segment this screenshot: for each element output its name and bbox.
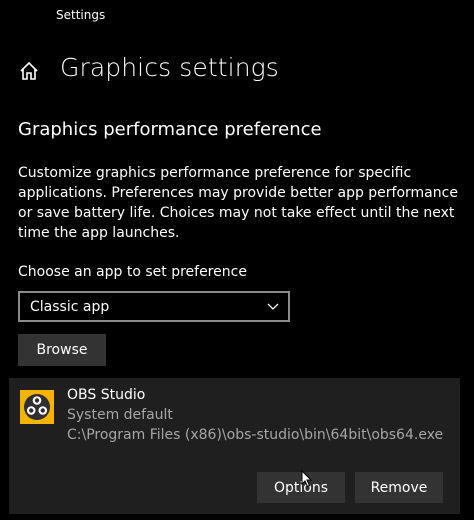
choose-app-label: Choose an app to set preference	[18, 264, 247, 280]
section-description: Customize graphics performance preferenc…	[18, 165, 458, 241]
app-type-selected: Classic app	[30, 298, 110, 315]
mouse-cursor-icon	[301, 470, 313, 488]
app-list-item[interactable]: OBS Studio System default C:\Program Fil…	[9, 378, 460, 514]
app-path: C:\Program Files (x86)\obs-studio\bin\64…	[67, 427, 444, 443]
browse-button[interactable]: Browse	[18, 334, 106, 366]
section-heading: Graphics performance preference	[18, 119, 322, 140]
page-title: Graphics settings	[60, 53, 279, 82]
home-icon[interactable]	[18, 60, 40, 82]
app-name: OBS Studio	[67, 387, 146, 403]
app-type-dropdown[interactable]: Classic app	[18, 291, 290, 322]
remove-button[interactable]: Remove	[355, 472, 443, 503]
obs-studio-icon	[20, 390, 54, 424]
window-title: Settings	[56, 8, 106, 22]
app-preference: System default	[67, 407, 173, 423]
chevron-down-icon	[267, 303, 279, 310]
